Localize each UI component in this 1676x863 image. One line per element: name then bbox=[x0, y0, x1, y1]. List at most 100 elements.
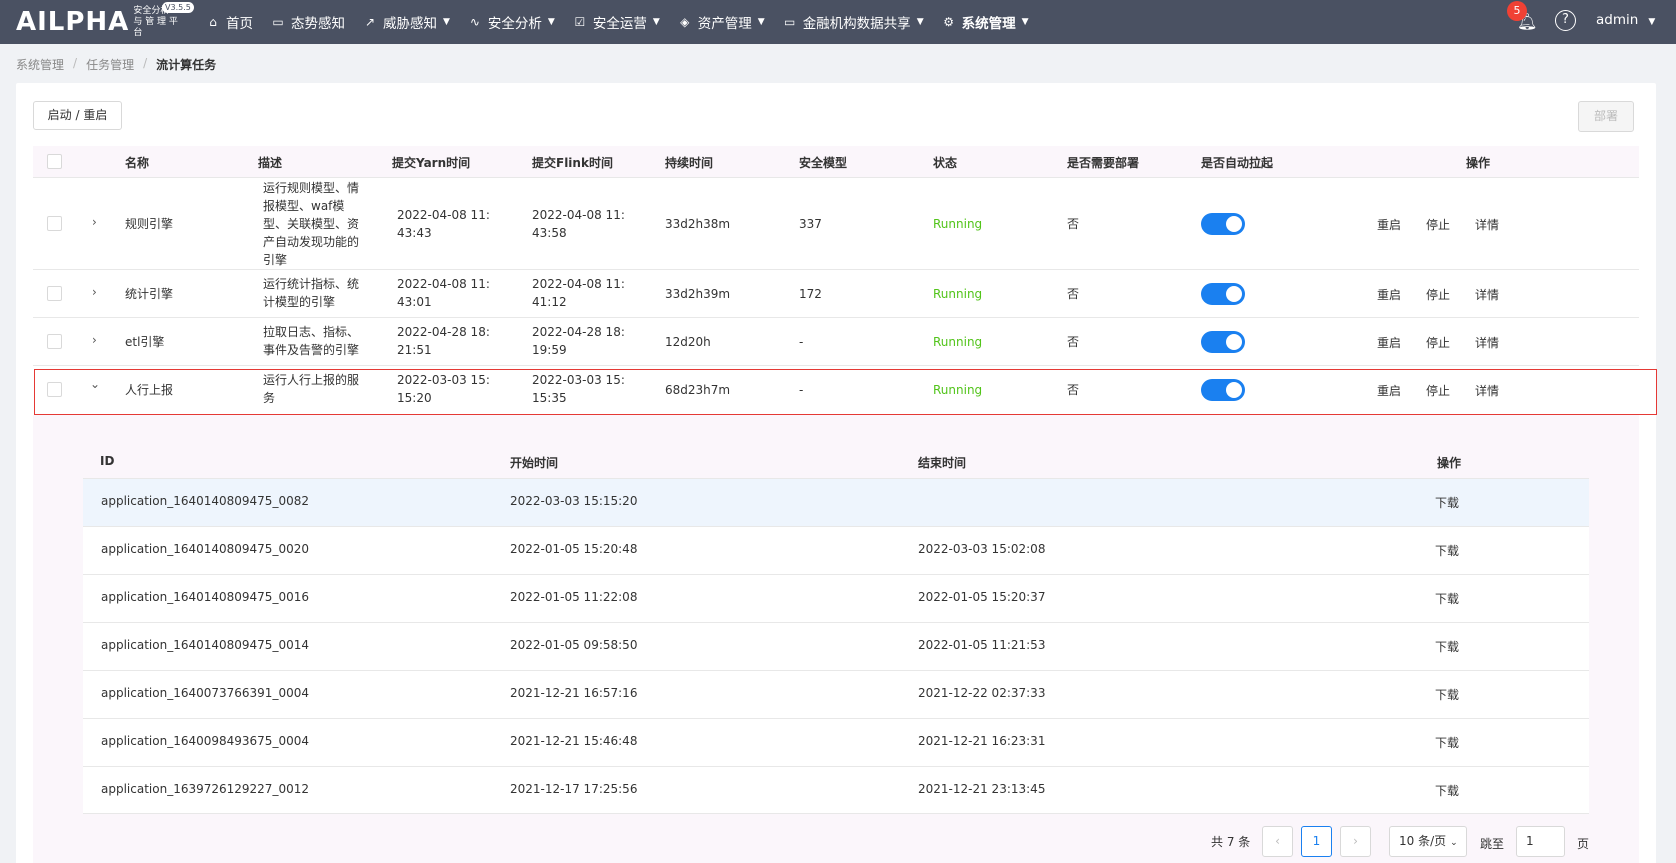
notification-badge: 5 bbox=[1507, 1, 1527, 21]
subtable-row: application_1640140809475_0082 2022-03-0… bbox=[83, 478, 1589, 526]
flink-submit-time: 2022-03-03 15:15:35 bbox=[532, 373, 625, 405]
select-all-checkbox[interactable] bbox=[47, 154, 62, 169]
restart-link[interactable]: 重启 bbox=[1377, 382, 1401, 399]
row-checkbox[interactable] bbox=[47, 334, 62, 349]
expand-icon[interactable]: › bbox=[92, 285, 97, 299]
collapse-icon[interactable]: ⌄ bbox=[90, 377, 100, 391]
restart-link[interactable]: 重启 bbox=[1377, 286, 1401, 303]
stop-link[interactable]: 停止 bbox=[1426, 334, 1450, 351]
row-checkbox[interactable] bbox=[47, 382, 62, 397]
end-time: 2021-12-21 23:13:45 bbox=[918, 782, 1046, 796]
subtable-row: application_1640140809475_0014 2022-01-0… bbox=[83, 622, 1589, 670]
expand-icon[interactable]: › bbox=[92, 333, 97, 347]
column-header: 操作 bbox=[1466, 156, 1491, 170]
expand-icon[interactable]: › bbox=[92, 215, 97, 229]
row-checkbox[interactable] bbox=[47, 286, 62, 301]
end-time: 2022-03-03 15:02:08 bbox=[918, 542, 1046, 556]
gear-icon: ⚙ bbox=[943, 15, 954, 29]
pulse-icon: ∿ bbox=[469, 15, 480, 29]
task-name: etl引擎 bbox=[125, 335, 165, 349]
column-header: 结束时间 bbox=[918, 456, 967, 470]
flink-submit-time: 2022-04-08 11:43:58 bbox=[532, 208, 625, 240]
nav-operations[interactable]: ☑ 安全运营 ▼ bbox=[573, 12, 659, 32]
row-checkbox[interactable] bbox=[47, 216, 62, 231]
next-page-button[interactable]: › bbox=[1340, 826, 1371, 857]
end-time: 2021-12-21 16:23:31 bbox=[918, 734, 1046, 748]
breadcrumb-current: 流计算任务 bbox=[156, 58, 217, 72]
download-link[interactable]: 下载 bbox=[1435, 494, 1459, 511]
version-badge: V3.5.5 bbox=[162, 2, 194, 13]
prev-page-button[interactable]: ‹ bbox=[1262, 826, 1293, 857]
column-header: 状态 bbox=[933, 156, 958, 170]
need-deploy: 否 bbox=[1067, 383, 1080, 397]
details-link[interactable]: 详情 bbox=[1475, 216, 1499, 233]
nav-situation[interactable]: ▭ 态势感知 bbox=[271, 12, 345, 32]
duration: 33d2h38m bbox=[665, 217, 731, 231]
user-menu[interactable]: admin ▼ bbox=[1596, 12, 1655, 28]
stop-link[interactable]: 停止 bbox=[1426, 216, 1450, 233]
task-description: 运行统计指标、统计模型的引擎 bbox=[263, 277, 360, 309]
chevron-down-icon: ▼ bbox=[443, 17, 450, 27]
download-link[interactable]: 下载 bbox=[1435, 686, 1459, 703]
chevron-down-icon: ▼ bbox=[916, 17, 924, 27]
nav-home[interactable]: ⌂ 首页 bbox=[206, 12, 253, 32]
app-logo[interactable]: AILPHA 安全分析 与 管 理 平 台 bbox=[16, 5, 183, 39]
restart-link[interactable]: 重启 bbox=[1377, 334, 1401, 351]
logo-text: AILPHA bbox=[16, 7, 130, 37]
nav-threat[interactable]: ↗ 威胁感知 ▼ bbox=[363, 12, 450, 32]
start-time: 2022-01-05 15:20:48 bbox=[510, 542, 638, 556]
duration: 33d2h39m bbox=[665, 287, 731, 301]
table-row: ⌄ 人行上报 运行人行上报的服务 2022-03-03 15:15:20 202… bbox=[33, 366, 1639, 414]
stop-link[interactable]: 停止 bbox=[1426, 286, 1450, 303]
details-link[interactable]: 详情 bbox=[1475, 382, 1499, 399]
flink-submit-time: 2022-04-08 11:41:12 bbox=[532, 277, 625, 309]
nav-data-share[interactable]: ▭ 金融机构数据共享 ▼ bbox=[783, 12, 924, 32]
download-link[interactable]: 下载 bbox=[1435, 590, 1459, 607]
chevron-down-icon: ▼ bbox=[1021, 17, 1029, 27]
restart-link[interactable]: 重启 bbox=[1377, 216, 1401, 233]
auto-restart-toggle[interactable] bbox=[1201, 213, 1245, 235]
help-icon[interactable]: ? bbox=[1555, 10, 1576, 31]
start-time: 2021-12-21 16:57:16 bbox=[510, 686, 638, 700]
stop-link[interactable]: 停止 bbox=[1426, 382, 1450, 399]
need-deploy: 否 bbox=[1067, 335, 1080, 349]
yarn-submit-time: 2022-03-03 15:15:20 bbox=[397, 373, 490, 405]
subtable-row: application_1640140809475_0016 2022-01-0… bbox=[83, 574, 1589, 622]
breadcrumb-item[interactable]: 任务管理 bbox=[86, 56, 134, 73]
auto-restart-toggle[interactable] bbox=[1201, 379, 1245, 401]
column-header: 是否需要部署 bbox=[1067, 156, 1140, 170]
application-id: application_1640140809475_0020 bbox=[101, 542, 309, 556]
auto-restart-toggle[interactable] bbox=[1201, 283, 1245, 305]
download-link[interactable]: 下载 bbox=[1435, 734, 1459, 751]
end-time: 2021-12-22 02:37:33 bbox=[918, 686, 1046, 700]
auto-restart-toggle[interactable] bbox=[1201, 331, 1245, 353]
nav-system[interactable]: ⚙ 系统管理 ▼ bbox=[942, 12, 1029, 32]
breadcrumb-item[interactable]: 系统管理 bbox=[16, 56, 64, 73]
start-restart-button[interactable]: 启动 / 重启 bbox=[33, 101, 122, 130]
chevron-down-icon: ▼ bbox=[757, 17, 765, 27]
column-header: 提交Yarn时间 bbox=[392, 156, 471, 170]
jump-page-input[interactable]: 1 bbox=[1516, 826, 1565, 857]
need-deploy: 否 bbox=[1067, 217, 1080, 231]
task-name: 规则引擎 bbox=[125, 217, 174, 231]
download-link[interactable]: 下载 bbox=[1435, 638, 1459, 655]
breadcrumb: 系统管理 / 任务管理 / 流计算任务 bbox=[16, 56, 216, 73]
download-link[interactable]: 下载 bbox=[1435, 782, 1459, 799]
details-link[interactable]: 详情 bbox=[1475, 334, 1499, 351]
application-id: application_1640098493675_0004 bbox=[101, 734, 309, 748]
start-time: 2022-03-03 15:15:20 bbox=[510, 494, 638, 508]
page-size-select[interactable]: 10 条/页 ⌄ bbox=[1389, 826, 1467, 857]
application-id: application_1640140809475_0014 bbox=[101, 638, 309, 652]
start-time: 2021-12-17 17:25:56 bbox=[510, 782, 638, 796]
jump-suffix: 页 bbox=[1577, 837, 1590, 851]
status-text: Running bbox=[933, 383, 983, 397]
details-link[interactable]: 详情 bbox=[1475, 286, 1499, 303]
page-number-button[interactable]: 1 bbox=[1301, 826, 1332, 857]
nav-assets[interactable]: ◈ 资产管理 ▼ bbox=[678, 12, 765, 32]
download-link[interactable]: 下载 bbox=[1435, 542, 1459, 559]
need-deploy: 否 bbox=[1067, 287, 1080, 301]
column-header: 名称 bbox=[125, 156, 150, 170]
nav-analysis[interactable]: ∿ 安全分析 ▼ bbox=[468, 12, 555, 32]
deploy-button[interactable]: 部署 bbox=[1578, 101, 1634, 132]
column-header: 提交Flink时间 bbox=[532, 156, 613, 170]
